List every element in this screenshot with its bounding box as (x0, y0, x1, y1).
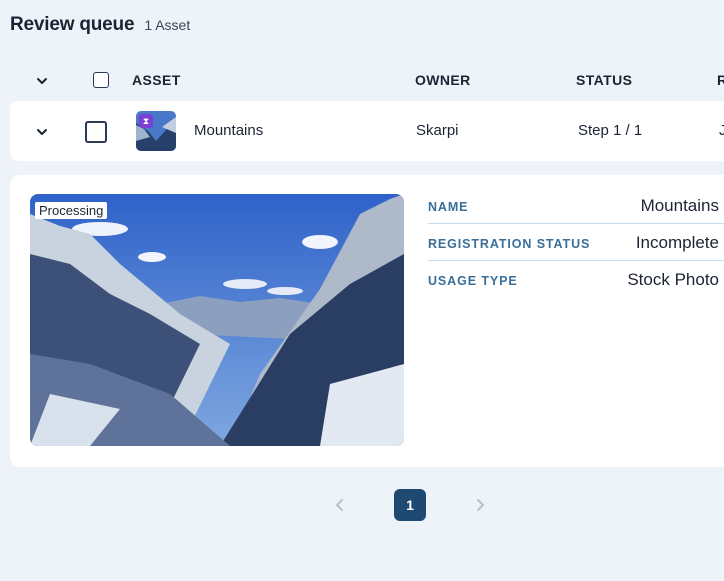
metadata-value: Incomplete (635, 233, 719, 252)
asset-detail-panel: Processing NAME Mountains REGISTRATION S… (10, 175, 724, 467)
column-header-owner[interactable]: OWNER (415, 72, 471, 88)
metadata-key: USAGE TYPE (428, 274, 518, 288)
review-queue-page: Review queue 1 Asset ASSET OWNER STATUS … (0, 0, 724, 581)
row-select-checkbox[interactable] (85, 121, 107, 143)
select-all-checkbox[interactable] (93, 72, 109, 88)
page-button-current[interactable]: 1 (394, 489, 426, 521)
asset-count: 1 Asset (144, 17, 191, 33)
truncated-cell: J (719, 122, 724, 139)
column-header-asset[interactable]: ASSET (132, 72, 181, 88)
metadata-row-registration-status: REGISTRATION STATUS Incomplete (428, 224, 724, 261)
column-header-status[interactable]: STATUS (576, 72, 632, 88)
next-page-icon[interactable] (473, 498, 487, 512)
column-header-truncated[interactable]: R (717, 72, 724, 88)
metadata-value: Mountains (640, 196, 719, 215)
asset-preview-image[interactable]: Processing (30, 194, 404, 446)
asset-metadata: NAME Mountains REGISTRATION STATUS Incom… (428, 187, 724, 298)
previous-page-icon[interactable] (333, 498, 347, 512)
status-cell: Step 1 / 1 (578, 122, 643, 139)
page-title: Review queue (10, 14, 135, 35)
owner-cell: Skarpi (416, 122, 459, 139)
processing-label: Processing (35, 202, 108, 219)
hourglass-icon: ⧗ (139, 114, 153, 128)
expand-all-chevron-icon[interactable] (36, 75, 48, 87)
asset-thumbnail[interactable]: ⧗ (136, 111, 176, 151)
table-row[interactable]: ⧗ Mountains Skarpi Step 1 / 1 J (10, 101, 724, 161)
table-header: ASSET OWNER STATUS R (0, 60, 724, 100)
metadata-key: NAME (428, 200, 469, 214)
asset-name-cell[interactable]: Mountains (194, 122, 263, 139)
metadata-row-usage-type: USAGE TYPE Stock Photo (428, 261, 724, 298)
page-header: Review queue 1 Asset (10, 14, 190, 36)
row-collapse-chevron-icon[interactable] (36, 126, 48, 138)
pagination: 1 (0, 489, 724, 521)
metadata-key: REGISTRATION STATUS (428, 237, 591, 251)
metadata-value: Stock Photo (627, 270, 719, 289)
metadata-row-name: NAME Mountains (428, 187, 724, 224)
mountain-landscape-image (30, 194, 404, 446)
